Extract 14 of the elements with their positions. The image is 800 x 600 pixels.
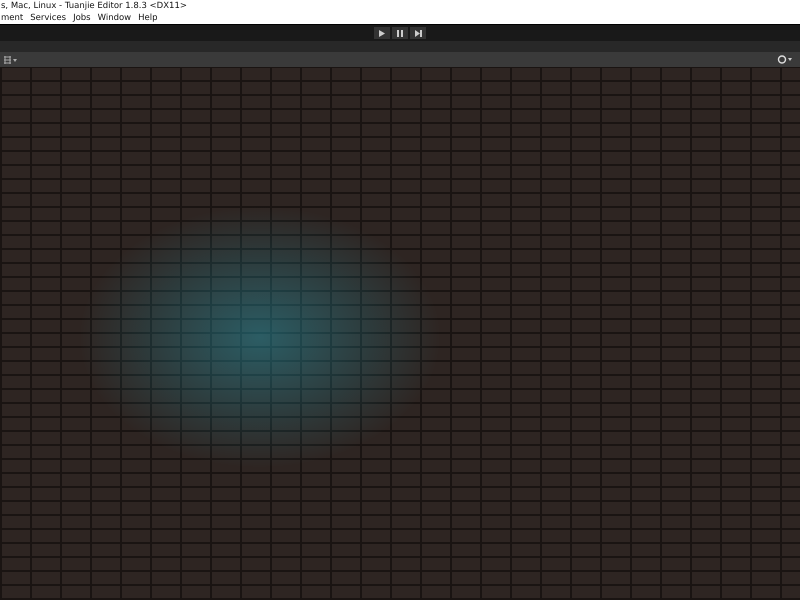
step-icon [414, 30, 422, 36]
menu-item[interactable]: ment [1, 12, 24, 24]
step-button[interactable] [410, 27, 426, 39]
play-icon [379, 30, 385, 36]
menu-item[interactable]: Services [30, 12, 66, 24]
menu-item[interactable]: Window [98, 12, 132, 24]
pause-icon [397, 30, 403, 36]
play-button[interactable] [374, 27, 390, 39]
window-title: s, Mac, Linux - Tuanjie Editor 1.8.3 <DX11> [0, 0, 800, 12]
circle-icon [777, 55, 793, 64]
menu-item[interactable]: Help [138, 12, 158, 24]
menu-item[interactable]: Jobs [73, 12, 91, 24]
grid-icon [3, 56, 17, 64]
pause-button[interactable] [392, 27, 408, 39]
